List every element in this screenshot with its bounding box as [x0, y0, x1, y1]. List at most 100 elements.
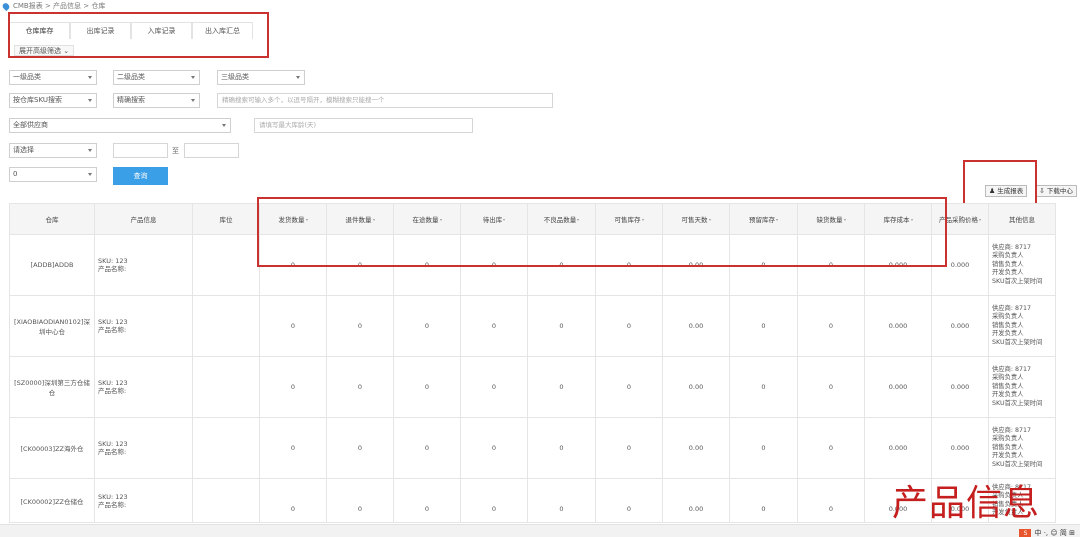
breadcrumb-text: CMB报表 > 产品信息 > 仓库 [13, 2, 106, 10]
value-cell: 0.000 [931, 295, 989, 357]
col-header-shortage-qty[interactable]: 缺货数量 [797, 203, 865, 235]
value-cell: 0 [527, 295, 596, 357]
advanced-filter-toggle[interactable]: 展开高级筛选 ⌄ [14, 45, 75, 56]
value-cell: 0 [259, 417, 327, 479]
value-cell: 0 [527, 417, 596, 479]
tab-warehouse-stock[interactable]: 仓库库存 [9, 22, 70, 39]
query-button[interactable]: 查询 [113, 167, 168, 185]
other-info-line: 采购负责人 [992, 252, 1024, 260]
max-stock-age-input[interactable]: 请填写最大库龄(天) [254, 118, 473, 133]
value-cell: 0 [797, 478, 865, 523]
range-to-label: 至 [172, 147, 179, 155]
table-header-row: 仓库 产品信息 库位 发货数量 退件数量 在途数量 待出库 不良品数量 可售库存… [9, 203, 1056, 235]
sort-icon [979, 219, 981, 221]
product-name-text: 产品名称: [98, 500, 127, 509]
range-from-input[interactable] [113, 143, 168, 158]
warehouse-cell: [ADDB]ADDB [9, 234, 95, 296]
chevron-down-icon [88, 149, 92, 152]
other-info-line: 采购负责人 [992, 313, 1024, 321]
col-header-returned-qty[interactable]: 退件数量 [326, 203, 394, 235]
value-cell: 0 [460, 417, 528, 479]
other-info-line: 供应商: 8717 [992, 426, 1032, 434]
value-cell: 0.000 [864, 417, 932, 479]
sku-text: SKU: 123 [98, 440, 128, 448]
value-cell: 0 [729, 356, 798, 418]
table-row: [ADDB]ADDB SKU: 123 产品名称: 0 0 0 0 0 0 0.00 0 0 0.000… [9, 234, 1056, 296]
user-icon: ♟ [989, 187, 996, 195]
value-cell: 0 [393, 234, 461, 296]
chevron-down-icon [191, 99, 195, 102]
sku-search-input[interactable]: 精确搜索可输入多个，以逗号隔开，模糊搜索只能搜一个 [217, 93, 553, 108]
value-cell: 0 [326, 356, 394, 418]
sort-icon [305, 219, 308, 221]
product-info-cell: SKU: 123 产品名称: [94, 417, 193, 479]
match-mode-select[interactable]: 精确搜索 [113, 93, 200, 108]
other-info-line: SKU首次上架时间 [992, 277, 1043, 285]
value-cell: 0 [797, 295, 865, 357]
bin-cell [192, 234, 260, 296]
download-center-button[interactable]: ⇩ 下载中心 [1035, 185, 1077, 197]
col-header-in-transit-qty[interactable]: 在途数量 [393, 203, 461, 235]
value-cell: 0.000 [931, 234, 989, 296]
value-cell: 0 [326, 234, 394, 296]
value-cell: 0 [259, 234, 327, 296]
table-row: [XIAOBIAODIAN0102]深圳中心仓 SKU: 123 产品名称: 0 0 0 0… [9, 295, 1056, 357]
sku-text: SKU: 123 [98, 318, 128, 326]
chevron-down-icon [296, 76, 300, 79]
col-header-defective-qty[interactable]: 不良品数量 [527, 203, 596, 235]
warehouse-cell: [XIAOBIAODIAN0102]深圳中心仓 [9, 295, 95, 357]
ime-toolbar[interactable]: S 中 ·, ☺ 简 ⊞ [1019, 528, 1075, 537]
value-cell: 0.000 [864, 356, 932, 418]
other-info-cell: 供应商: 8717 采购负责人 销售负责人 开发负责人 SKU首次上架时间 [988, 356, 1056, 418]
other-info-line: 供应商: 8717 [992, 365, 1032, 373]
value-cell: 0.00 [662, 478, 730, 523]
bin-cell [192, 295, 260, 357]
col-header-shipped-qty[interactable]: 发货数量 [259, 203, 327, 235]
tab-inout-summary[interactable]: 出入库汇总 [192, 22, 253, 39]
range-to-input[interactable] [184, 143, 239, 158]
col-header-other-info: 其他信息 [988, 203, 1056, 235]
value-cell: 0 [797, 356, 865, 418]
range-field-select[interactable]: 请选择 [9, 143, 97, 158]
generate-report-button[interactable]: ♟ 生成报表 [985, 185, 1028, 197]
value-cell: 0.000 [864, 295, 932, 357]
other-info-line: 开发负责人 [992, 269, 1024, 277]
value-cell: 0.00 [662, 356, 730, 418]
warehouse-cell: [CK00002]ZZ仓储仓 [9, 478, 95, 523]
download-icon: ⇩ [1039, 187, 1045, 195]
category-level1-select[interactable]: 一级品类 [9, 70, 97, 85]
product-info-cell: SKU: 123 产品名称: [94, 356, 193, 418]
value-cell: 0.00 [662, 234, 730, 296]
breadcrumb: CMB报表 > 产品信息 > 仓库 [1, 1, 106, 11]
supplier-select[interactable]: 全部供应商 [9, 118, 231, 133]
value-cell: 0 [595, 295, 663, 357]
other-info-line: 销售负责人 [992, 443, 1024, 451]
col-header-reserved-stock[interactable]: 预留库存 [729, 203, 798, 235]
col-header-sellable-days[interactable]: 可售天数 [662, 203, 730, 235]
product-name-text: 产品名称: [98, 448, 127, 456]
value-cell: 0 [259, 356, 327, 418]
other-info-line: 开发负责人 [992, 391, 1024, 399]
col-header-sellable-stock[interactable]: 可售库存 [595, 203, 663, 235]
value-cell: 0 [259, 478, 327, 523]
tab-outbound-records[interactable]: 出库记录 [70, 22, 131, 39]
other-info-line: 供应商: 8717 [992, 243, 1032, 251]
tab-inbound-records[interactable]: 入库记录 [131, 22, 192, 39]
category-level3-select[interactable]: 三级品类 [217, 70, 305, 85]
warehouse-cell: [SZ0000]深圳第三方仓储仓 [9, 356, 95, 418]
sku-text: SKU: 123 [98, 257, 128, 265]
other-info-cell: 供应商: 8717 采购负责人 销售负责人 开发负责人 SKU首次上架时间 [988, 234, 1056, 296]
zero-filter-select[interactable]: 0 [9, 167, 97, 182]
sku-text: SKU: 123 [98, 492, 128, 501]
col-header-stock-cost[interactable]: 库存成本 [864, 203, 932, 235]
category-level2-select[interactable]: 二级品类 [113, 70, 200, 85]
value-cell: 0 [393, 478, 461, 523]
bin-cell [192, 356, 260, 418]
search-mode-select[interactable]: 按仓库SKU搜索 [9, 93, 97, 108]
value-cell: 0 [595, 478, 663, 523]
watermark-text: 产品信息 [892, 483, 1041, 524]
product-name-text: 产品名称: [98, 387, 127, 395]
other-info-cell: 供应商: 8717 采购负责人 销售负责人 开发负责人 SKU首次上架时间 [988, 295, 1056, 357]
col-header-purchase-price[interactable]: 产品采购价格 [931, 203, 989, 235]
col-header-pending-outbound[interactable]: 待出库 [460, 203, 528, 235]
